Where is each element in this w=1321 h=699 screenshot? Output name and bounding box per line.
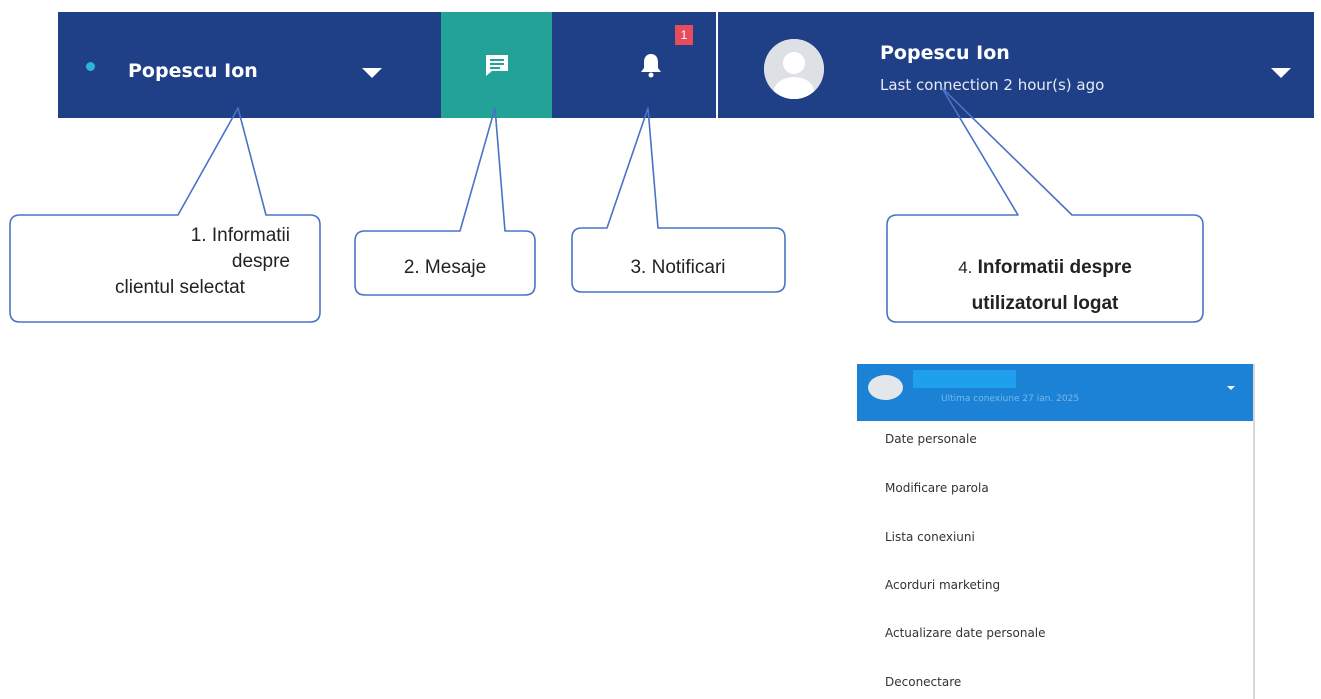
menu-item-deconectare[interactable]: Deconectare <box>885 675 961 689</box>
messages-button[interactable] <box>441 12 552 118</box>
notification-count-badge: 1 <box>675 25 693 45</box>
menu-item-modificare-parola[interactable]: Modificare parola <box>885 481 989 495</box>
callout-1-line2: despre <box>231 251 290 272</box>
callout-1-text: 1. Informatii despre clientul selectat <box>20 223 290 301</box>
dropdown-header[interactable]: Ultima conexiune 27 ian. 2025 <box>857 364 1253 421</box>
avatar-icon <box>764 39 824 99</box>
dropdown-avatar-icon <box>868 375 903 400</box>
selected-client-name[interactable]: Popescu Ion <box>128 60 258 82</box>
menu-item-lista-conexiuni[interactable]: Lista conexiuni <box>885 530 975 544</box>
message-icon <box>485 55 508 76</box>
top-navigation-bar: Popescu Ion 1 Popescu Ion Last connectio… <box>58 12 1314 118</box>
client-dropdown-caret-icon[interactable] <box>362 68 382 78</box>
bell-icon <box>641 54 661 78</box>
last-connection-text: Last connection 2 hour(s) ago <box>880 76 1105 94</box>
menu-item-acorduri-marketing[interactable]: Acorduri marketing <box>885 578 1000 592</box>
dropdown-user-name-redacted <box>913 370 1016 388</box>
client-status-dot <box>86 62 95 71</box>
callout-3-text: 3. Notificari <box>630 257 726 278</box>
menu-item-actualizare-date[interactable]: Actualizare date personale <box>885 626 1046 640</box>
topbar-divider <box>716 12 718 118</box>
callout-1-line1: 1. Informatii <box>190 225 290 246</box>
dropdown-caret-icon[interactable] <box>1227 386 1235 390</box>
callout-4-line2: utilizatorul logat <box>971 293 1119 314</box>
logged-user-name[interactable]: Popescu Ion <box>880 42 1010 64</box>
menu-item-date-personale[interactable]: Date personale <box>885 432 977 446</box>
user-menu-caret-icon[interactable] <box>1271 68 1291 78</box>
callout-1-line3: clientul selectat <box>115 277 245 298</box>
callout-2-text: 2. Mesaje <box>403 257 487 278</box>
callout-4-number: 4. <box>958 258 973 277</box>
user-avatar[interactable] <box>764 39 824 99</box>
callout-4-line1: Informatii despre <box>977 257 1132 278</box>
callout-4-text: 4. Informatii despre utilizatorul logat <box>887 250 1203 322</box>
user-dropdown-menu: Ultima conexiune 27 ian. 2025 Date perso… <box>857 364 1255 699</box>
dropdown-last-connection: Ultima conexiune 27 ian. 2025 <box>941 394 1080 404</box>
